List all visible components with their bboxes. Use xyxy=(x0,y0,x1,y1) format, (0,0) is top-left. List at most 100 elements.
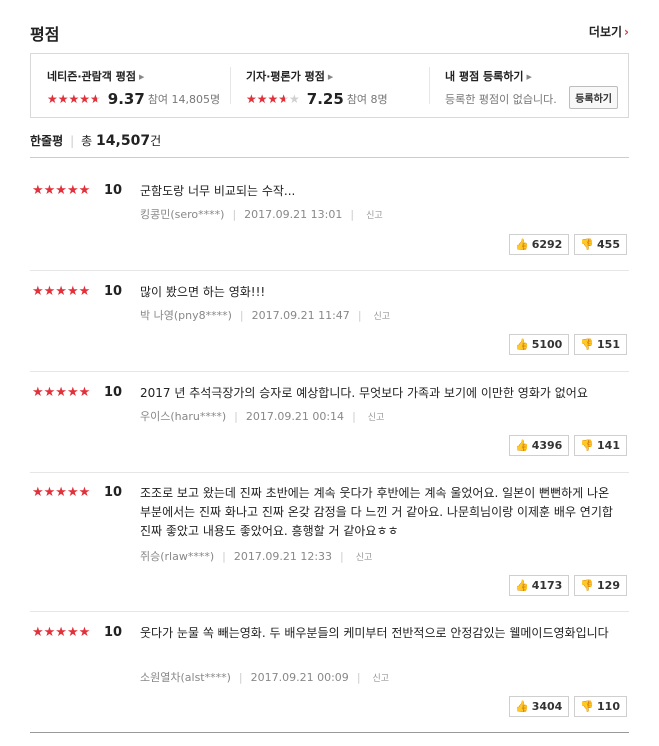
review-author[interactable]: 쥐승(rlaw****) xyxy=(140,550,214,563)
like-count: 6292 xyxy=(531,238,563,251)
review-text: 웃다가 눈물 쏙 빼는영화. 두 배우분들의 케미부터 전반적으로 안정감있는 … xyxy=(140,626,609,640)
vote-buttons: 👍 4173 👎 129 xyxy=(509,575,627,596)
divider: | xyxy=(70,134,75,148)
like-count: 3404 xyxy=(531,700,563,713)
my-score-label: 내 평점 등록하기 xyxy=(445,70,524,83)
star-fill: ★★★★★ xyxy=(47,92,98,106)
netizen-star-rating: ★★★★★ ★★★★★ xyxy=(47,92,101,106)
divider: | xyxy=(340,550,344,563)
divider xyxy=(30,157,629,158)
review-item: ★★★★★ 10 2017 년 추석극장가의 승자로 예상합니다. 무엇보다 가… xyxy=(30,385,629,473)
like-button[interactable]: 👍 5100 xyxy=(509,334,570,355)
review-date: 2017.09.21 13:01 xyxy=(244,208,343,221)
divider: | xyxy=(357,309,362,322)
like-button[interactable]: 👍 4396 xyxy=(509,435,570,456)
like-count: 4396 xyxy=(531,439,563,452)
review-score: 10 xyxy=(104,385,123,400)
dislike-count: 141 xyxy=(597,439,620,452)
vote-buttons: 👍 5100 👎 151 xyxy=(509,334,627,355)
review-score: 10 xyxy=(104,485,123,500)
critic-score: 기자·평론가 평점▶ ★★★★★ ★★★★★ 7.25 참여 8명 xyxy=(230,54,429,117)
like-button[interactable]: 👍 3404 xyxy=(509,696,570,717)
triangle-right-icon: ▶ xyxy=(526,73,532,81)
netizen-score: 네티즌·관람객 평점 ▶ ★★★★★ ★★★★★ 9.37 참여 14,805명 xyxy=(31,54,230,117)
divider: | xyxy=(239,309,244,322)
netizen-score-value: 9.37 xyxy=(107,90,145,108)
report-link[interactable]: 신고 xyxy=(374,312,391,322)
like-button[interactable]: 👍 4173 xyxy=(509,575,570,596)
dislike-button[interactable]: 👎 141 xyxy=(574,435,627,456)
thumb-down-icon: 👎 xyxy=(580,238,595,251)
review-author[interactable]: 박 나영(pny8****) xyxy=(140,309,232,322)
thumb-up-icon: 👍 xyxy=(515,338,529,351)
total-count: 14,507 xyxy=(96,133,151,149)
thumb-down-icon: 👎 xyxy=(580,338,595,351)
critic-participant-count: 참여 8명 xyxy=(346,93,388,106)
thumb-down-icon: 👎 xyxy=(580,700,595,713)
dislike-count: 110 xyxy=(597,700,620,713)
review-date: 2017.09.21 11:47 xyxy=(251,309,350,322)
review-text: 군함도랑 너무 비교되는 수작... xyxy=(140,184,296,198)
review-meta: 박 나영(pny8****) | 2017.09.21 11:47 | 신고 xyxy=(140,307,390,323)
netizen-score-title[interactable]: 네티즌·관람객 평점 ▶ xyxy=(47,68,230,84)
chevron-right-icon: › xyxy=(624,25,629,39)
divider: | xyxy=(352,410,356,423)
one-line-review-label: 한줄평 xyxy=(30,134,64,148)
review-author[interactable]: 우이스(haru****) xyxy=(140,410,226,423)
like-button[interactable]: 👍 6292 xyxy=(509,234,570,255)
triangle-right-icon: ▶ xyxy=(138,73,145,81)
review-date: 2017.09.21 00:09 xyxy=(250,671,349,684)
my-score-title[interactable]: 내 평점 등록하기 ▶ xyxy=(445,68,628,84)
critic-score-label: 기자·평론가 평점 xyxy=(246,70,325,83)
review-item: ★★★★★ 10 조조로 보고 왔는데 진짜 초반에는 계속 웃다가 후반에는 … xyxy=(30,485,629,612)
review-star-rating: ★★★★★ xyxy=(32,625,91,640)
vote-buttons: 👍 4396 👎 141 xyxy=(509,435,627,456)
review-meta: 우이스(haru****) | 2017.09.21 00:14 | 신고 xyxy=(140,408,384,424)
thumb-up-icon: 👍 xyxy=(515,579,529,592)
review-text: 2017 년 추석극장가의 승자로 예상합니다. 무엇보다 가족과 보기에 이만… xyxy=(140,386,588,400)
report-link[interactable]: 신고 xyxy=(356,553,373,563)
review-meta: 소원열차(alst****) | 2017.09.21 00:09 | 신고 xyxy=(140,669,389,685)
vote-buttons: 👍 3404 👎 110 xyxy=(509,696,627,717)
critic-score-title[interactable]: 기자·평론가 평점 ▶ xyxy=(246,68,429,84)
review-item: ★★★★★ 10 많이 봤으면 하는 영화!!! 박 나영(pny8****) |… xyxy=(30,284,629,372)
dislike-button[interactable]: 👎 455 xyxy=(574,234,627,255)
dislike-button[interactable]: 👎 129 xyxy=(574,575,627,596)
review-date: 2017.09.21 00:14 xyxy=(245,410,345,423)
triangle-right-icon: ▶ xyxy=(327,73,334,81)
my-score-empty-text: 등록한 평점이 없습니다. xyxy=(445,93,557,106)
netizen-score-label: 네티즌·관람객 평점 xyxy=(47,70,136,83)
review-meta: 킹콩민(sero****) | 2017.09.21 13:01 | 신고 xyxy=(140,206,383,222)
thumb-up-icon: 👍 xyxy=(515,439,529,452)
report-link[interactable]: 신고 xyxy=(373,674,390,684)
my-score: 내 평점 등록하기 ▶ 등록한 평점이 없습니다. 등록하기 xyxy=(429,54,628,117)
review-author[interactable]: 소원열차(alst****) xyxy=(140,671,231,684)
dislike-button[interactable]: 👎 151 xyxy=(574,334,627,355)
review-star-rating: ★★★★★ xyxy=(32,485,91,500)
total-prefix: 총 xyxy=(81,134,93,148)
star-fill: ★★★★★ xyxy=(246,92,285,106)
review-meta: 쥐승(rlaw****) | 2017.09.21 12:33 | 신고 xyxy=(140,548,372,564)
register-rating-button[interactable]: 등록하기 xyxy=(569,86,618,109)
report-link[interactable]: 신고 xyxy=(368,413,385,423)
review-star-rating: ★★★★★ xyxy=(32,385,91,400)
more-link[interactable]: 더보기 › xyxy=(589,23,629,40)
like-count: 5100 xyxy=(531,338,563,351)
review-text: 조조로 보고 왔는데 진짜 초반에는 계속 웃다가 후반에는 계속 울었어요. … xyxy=(140,486,613,538)
dislike-button[interactable]: 👎 110 xyxy=(574,696,627,717)
dislike-count: 151 xyxy=(597,338,620,351)
section-title: 평점 xyxy=(30,25,60,44)
vote-buttons: 👍 6292 👎 455 xyxy=(509,234,627,255)
divider: | xyxy=(222,550,226,563)
review-score: 10 xyxy=(104,284,123,299)
more-label: 더보기 xyxy=(588,25,623,39)
divider: | xyxy=(238,671,243,684)
report-link[interactable]: 신고 xyxy=(366,211,383,221)
review-author[interactable]: 킹콩민(sero****) xyxy=(140,208,224,221)
divider: | xyxy=(350,208,355,221)
rating-header: 평점 더보기 › xyxy=(30,18,629,48)
review-score: 10 xyxy=(104,625,123,640)
thumb-down-icon: 👎 xyxy=(580,439,595,452)
score-summary-box: 네티즌·관람객 평점 ▶ ★★★★★ ★★★★★ 9.37 참여 14,805명 … xyxy=(30,53,629,118)
thumb-up-icon: 👍 xyxy=(515,238,529,251)
